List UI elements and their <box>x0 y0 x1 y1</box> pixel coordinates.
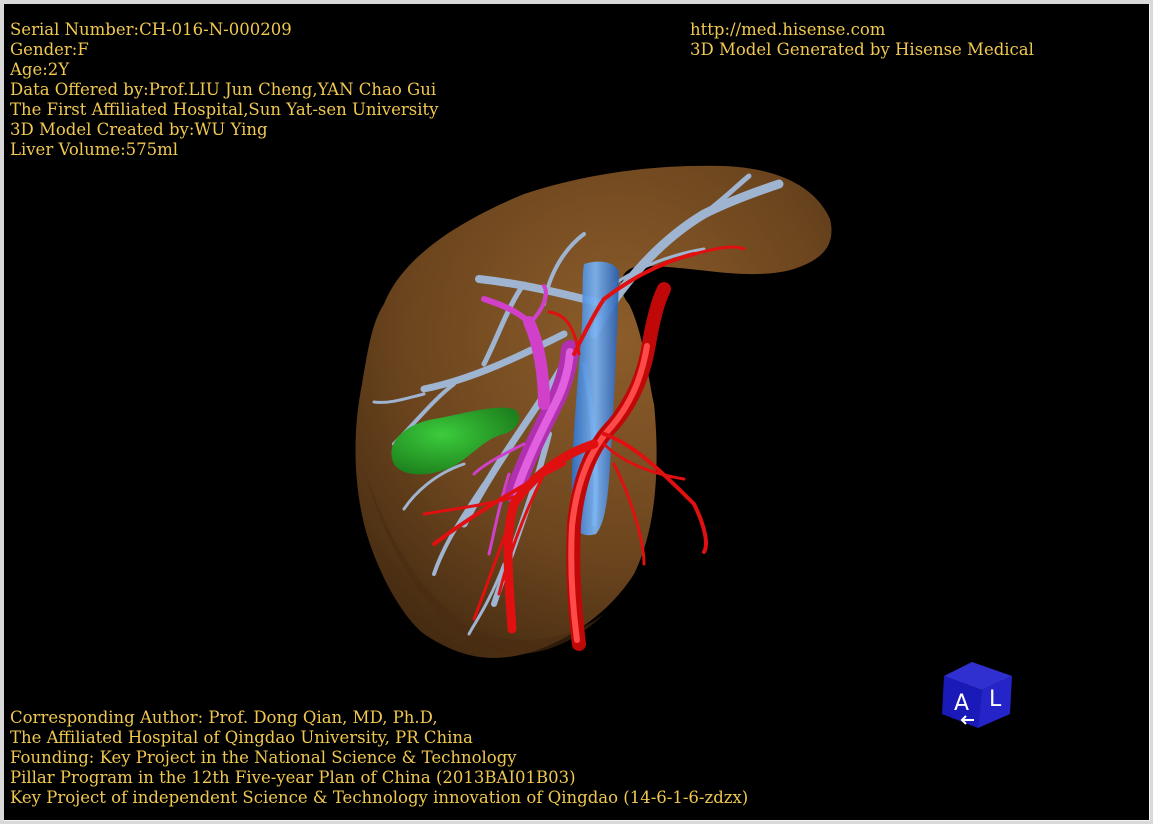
source-url: http://med.hisense.com <box>690 20 886 39</box>
founding: Founding: Key Project in the National Sc… <box>10 748 517 767</box>
credits-footer: Corresponding Author: Prof. Dong Qian, M… <box>10 708 748 808</box>
liver-volume: Liver Volume:575ml <box>10 140 179 159</box>
data-offered-by: Data Offered by:Prof.LIU Jun Cheng,YAN C… <box>10 80 437 99</box>
qingdao-project: Key Project of independent Science & Tec… <box>10 788 749 807</box>
patient-info: Serial Number:CH-016-N-000209 Gender:F A… <box>10 20 438 160</box>
cube-face-front: A <box>954 691 969 716</box>
generator-credit: 3D Model Generated by Hisense Medical <box>690 40 1034 59</box>
hospital: The First Affiliated Hospital,Sun Yat-se… <box>10 100 439 119</box>
serial-number: Serial Number:CH-016-N-000209 <box>10 20 292 39</box>
render-viewport[interactable]: Serial Number:CH-016-N-000209 Gender:F A… <box>4 4 1150 821</box>
corresponding-author: Corresponding Author: Prof. Dong Qian, M… <box>10 708 438 727</box>
gender: Gender:F <box>10 40 89 59</box>
age: Age:2Y <box>10 60 70 79</box>
orientation-cube[interactable]: A L <box>934 654 1024 734</box>
pillar-program: Pillar Program in the 12th Five-year Pla… <box>10 768 576 787</box>
cube-face-side: L <box>989 687 1002 712</box>
author-affiliation: The Affiliated Hospital of Qingdao Unive… <box>10 728 473 747</box>
model-created-by: 3D Model Created by:WU Ying <box>10 120 268 139</box>
source-info: http://med.hisense.com 3D Model Generate… <box>690 20 1034 60</box>
